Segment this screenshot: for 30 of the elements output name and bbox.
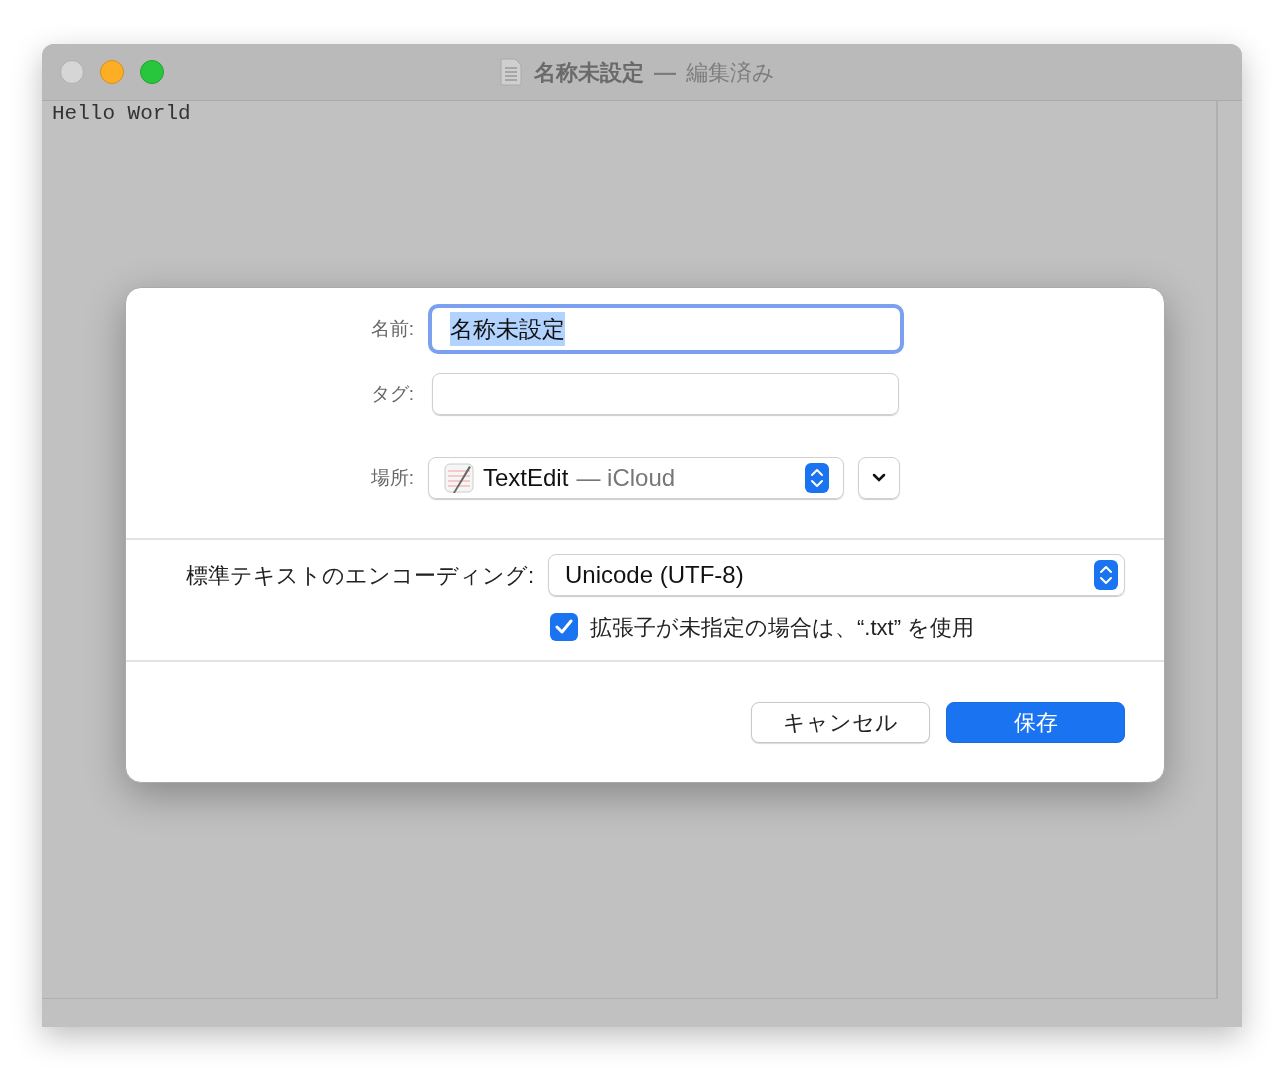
name-value: 名称未設定	[450, 311, 565, 347]
location-label: 場所:	[369, 465, 415, 490]
tags-label: タグ:	[369, 381, 415, 406]
expand-button[interactable]	[858, 457, 900, 499]
stepper-icon[interactable]	[805, 463, 829, 493]
zoom-button[interactable]	[140, 60, 164, 84]
notepad-icon	[443, 462, 475, 494]
encoding-label: 標準テキストのエンコーディング:	[184, 561, 535, 590]
checkbox-label: 拡張子が未指定の場合は、“.txt” を使用	[590, 613, 975, 642]
name-field[interactable]: 名称未設定	[428, 304, 904, 354]
document-icon	[498, 58, 524, 86]
encoding-popup[interactable]: Unicode (UTF-8)	[548, 554, 1125, 596]
checkmark-icon	[555, 619, 573, 635]
edited-status: 編集済み	[686, 58, 775, 87]
checkbox[interactable]	[550, 613, 578, 641]
chevron-down-icon	[872, 473, 886, 483]
save-button[interactable]: 保存	[946, 702, 1125, 743]
close-button[interactable]	[60, 60, 84, 84]
location-app: TextEdit	[483, 463, 569, 493]
window-title: 名称未設定	[534, 58, 644, 87]
minimize-button[interactable]	[100, 60, 124, 84]
location-popup[interactable]: TextEdit — iCloud	[428, 457, 844, 499]
cancel-button[interactable]: キャンセル	[751, 702, 930, 743]
title-separator: —	[654, 58, 676, 87]
location-detail: — iCloud	[576, 463, 677, 493]
name-label: 名前:	[369, 316, 415, 341]
stepper-icon[interactable]	[1094, 560, 1118, 590]
document-text: Hello World	[51, 101, 192, 127]
encoding-value: Unicode (UTF-8)	[565, 560, 745, 590]
tags-field[interactable]	[432, 373, 899, 415]
